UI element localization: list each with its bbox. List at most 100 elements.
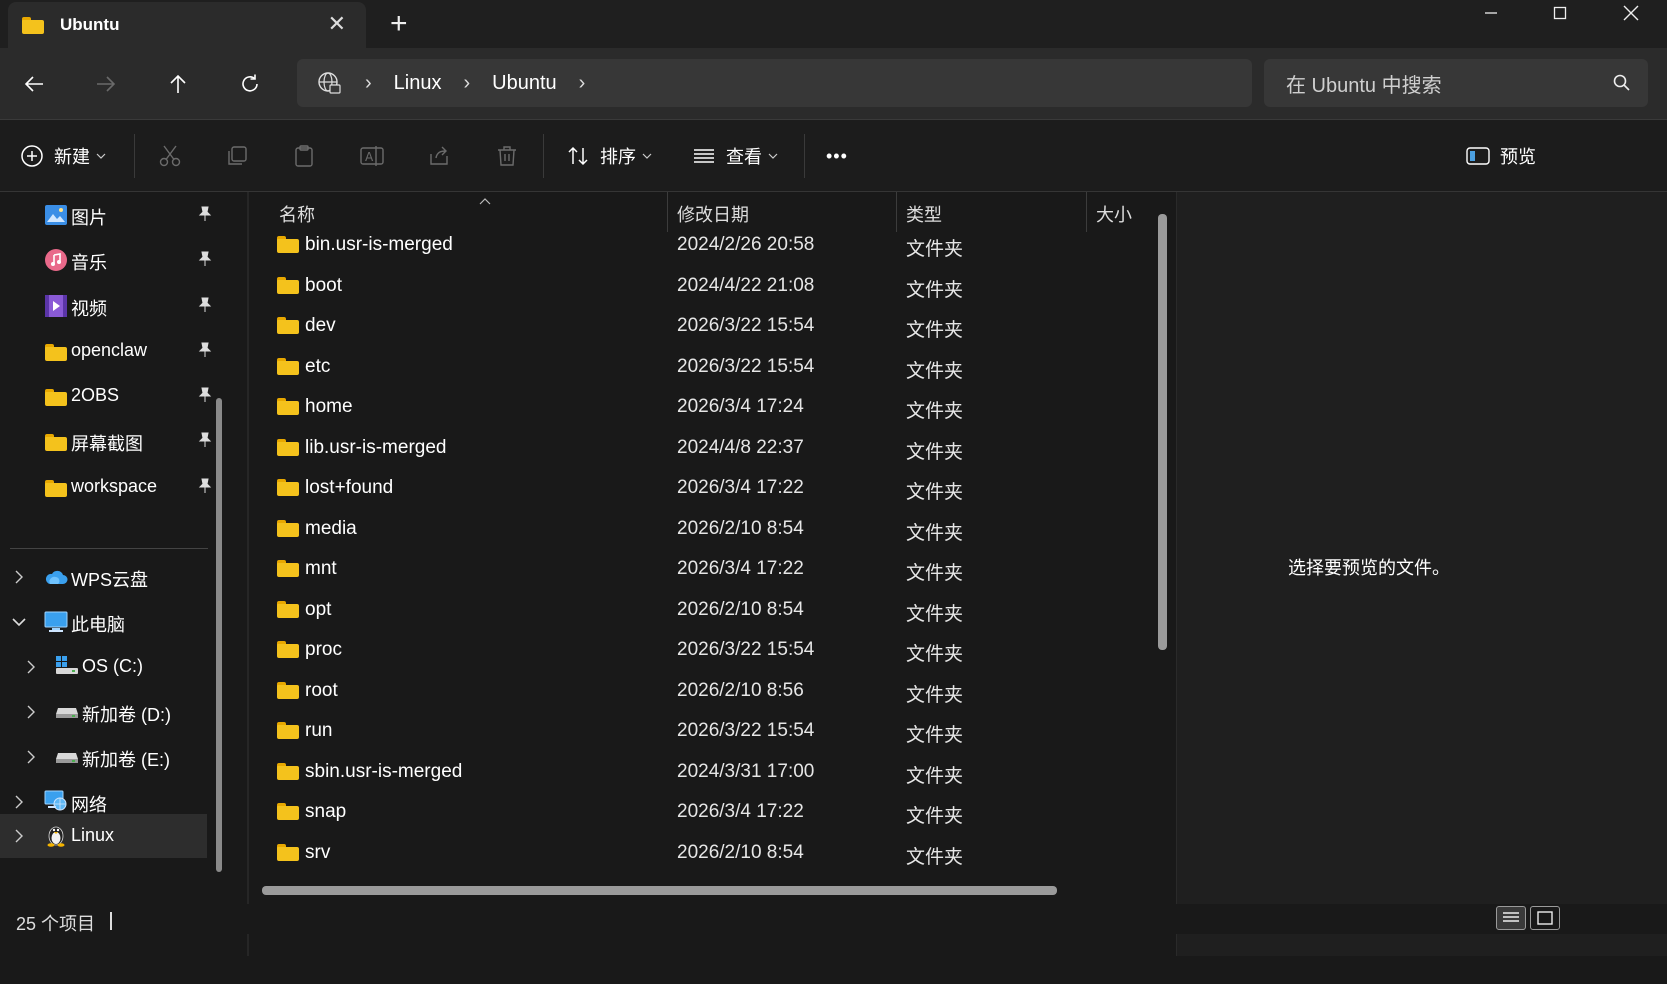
file-name: media: [305, 517, 357, 539]
file-row[interactable]: proc 2026/3/22 15:54 文件夹: [249, 629, 1149, 671]
minimize-button[interactable]: [1456, 0, 1526, 26]
close-tab-icon[interactable]: ✕: [328, 12, 346, 36]
file-name: root: [305, 679, 338, 701]
pin-icon[interactable]: [198, 206, 212, 227]
file-row[interactable]: snap 2026/3/4 17:22 文件夹: [249, 791, 1149, 833]
search-box[interactable]: 在 Ubuntu 中搜索: [1264, 59, 1648, 107]
drive-icon: [55, 747, 79, 769]
maximize-button[interactable]: [1525, 0, 1595, 26]
new-tab-button[interactable]: +: [390, 9, 408, 39]
search-icon[interactable]: [1612, 73, 1632, 98]
sidebar-item-label: 此电脑: [71, 615, 125, 635]
file-row[interactable]: dev 2026/3/22 15:54 文件夹: [249, 305, 1149, 347]
copy-button[interactable]: [225, 138, 249, 174]
file-row[interactable]: run 2026/3/22 15:54 文件夹: [249, 710, 1149, 752]
rename-button[interactable]: A: [359, 138, 385, 174]
horizontal-scrollbar[interactable]: [262, 886, 1057, 895]
sidebar-item-this-pc[interactable]: 此电脑: [0, 599, 220, 645]
address-bar[interactable]: › Linux › Ubuntu ›: [297, 59, 1252, 107]
pin-icon[interactable]: [198, 478, 212, 499]
sidebar-item-workspace[interactable]: workspace: [0, 464, 220, 510]
file-row[interactable]: etc 2026/3/22 15:54 文件夹: [249, 346, 1149, 388]
file-row[interactable]: opt 2026/2/10 8:54 文件夹: [249, 589, 1149, 631]
file-name: proc: [305, 639, 342, 660]
file-row[interactable]: root 2026/2/10 8:56 文件夹: [249, 670, 1149, 712]
paste-button[interactable]: [292, 138, 316, 174]
vertical-scrollbar[interactable]: [1158, 214, 1167, 650]
command-bar: 新建 A 排序 查看 ••• 预览: [0, 120, 1667, 192]
chevron-right-icon[interactable]: [11, 794, 27, 810]
pin-icon[interactable]: [198, 251, 212, 272]
sidebar-item-music[interactable]: 音乐: [0, 237, 220, 283]
file-type: 文件夹: [906, 522, 964, 544]
sidebar-item-pictures[interactable]: 图片: [0, 192, 220, 238]
sidebar-item-drive-c[interactable]: OS (C:): [0, 644, 220, 690]
file-date: 2024/4/22 21:08: [677, 274, 815, 296]
computer-icon: [44, 611, 68, 633]
file-type: 文件夹: [906, 239, 964, 260]
pin-icon[interactable]: [198, 387, 212, 408]
preview-pane-icon: [1466, 147, 1490, 165]
up-button[interactable]: [162, 68, 194, 100]
delete-button[interactable]: [495, 138, 519, 174]
file-row[interactable]: sbin.usr-is-merged 2024/3/31 17:00 文件夹: [249, 751, 1149, 793]
file-row[interactable]: mnt 2026/3/4 17:22 文件夹: [249, 548, 1149, 590]
file-row[interactable]: lib.usr-is-merged 2024/4/8 22:37 文件夹: [249, 427, 1149, 469]
arrow-left-icon: [24, 76, 43, 92]
file-row[interactable]: bin.usr-is-merged 2024/2/26 20:58 文件夹: [249, 224, 1149, 266]
sidebar-item-screenshots[interactable]: 屏幕截图: [0, 418, 220, 464]
plus-circle-icon: [21, 145, 43, 167]
chevron-down-icon: [96, 153, 106, 159]
chevron-right-icon[interactable]: [23, 704, 39, 720]
chevron-right-icon[interactable]: ›: [579, 72, 586, 95]
chevron-right-icon[interactable]: [11, 828, 27, 844]
view-button[interactable]: 查看: [692, 138, 778, 174]
chevron-down-icon: [642, 153, 652, 159]
sidebar-item-drive-e[interactable]: 新加卷 (E:): [0, 734, 220, 780]
folder-icon: [277, 600, 299, 618]
cut-button[interactable]: [158, 138, 182, 174]
pin-icon[interactable]: [198, 297, 212, 318]
sidebar-item-wps-cloud[interactable]: WPS云盘: [0, 554, 220, 600]
file-row[interactable]: lost+found 2026/3/4 17:22 文件夹: [249, 467, 1149, 509]
sidebar-item-label: 新加卷 (E:): [82, 750, 170, 770]
file-row[interactable]: home 2026/3/4 17:24 文件夹: [249, 386, 1149, 428]
sidebar-item-2obs[interactable]: 2OBS: [0, 373, 220, 419]
breadcrumb-linux[interactable]: Linux: [394, 72, 442, 95]
close-window-button[interactable]: [1596, 0, 1666, 26]
refresh-button[interactable]: [234, 68, 266, 100]
sidebar-scrollbar[interactable]: [216, 398, 222, 872]
file-date: 2026/3/22 15:54: [677, 355, 815, 377]
chevron-right-icon[interactable]: ›: [463, 72, 470, 95]
chevron-right-icon[interactable]: ›: [365, 72, 372, 95]
more-options-button[interactable]: •••: [826, 138, 848, 174]
details-view-button[interactable]: [1496, 906, 1526, 930]
new-button[interactable]: 新建: [20, 138, 106, 174]
tab-ubuntu[interactable]: Ubuntu ✕: [8, 2, 366, 48]
preview-button[interactable]: 预览: [1466, 138, 1536, 174]
file-row[interactable]: media 2026/2/10 8:54 文件夹: [249, 508, 1149, 550]
file-row[interactable]: srv 2026/2/10 8:54 文件夹: [249, 832, 1149, 874]
tiles-view-button[interactable]: [1530, 906, 1560, 930]
sidebar-item-drive-d[interactable]: 新加卷 (D:): [0, 689, 220, 735]
pictures-icon: [44, 204, 68, 226]
chevron-right-icon[interactable]: [23, 659, 39, 675]
back-button[interactable]: [18, 68, 50, 100]
breadcrumb-ubuntu[interactable]: Ubuntu: [492, 72, 557, 95]
pin-icon[interactable]: [198, 432, 212, 453]
sidebar-item-linux[interactable]: Linux: [0, 814, 207, 858]
folder-icon: [277, 236, 299, 253]
sort-button[interactable]: 排序: [566, 138, 652, 174]
sidebar-item-videos[interactable]: 视频: [0, 283, 220, 329]
chevron-right-icon[interactable]: [23, 749, 39, 765]
file-date: 2026/2/10 8:56: [677, 679, 804, 701]
chevron-right-icon[interactable]: [11, 569, 27, 585]
file-row[interactable]: boot 2024/4/22 21:08 文件夹: [249, 265, 1149, 307]
pin-icon[interactable]: [198, 342, 212, 363]
chevron-down-icon[interactable]: [11, 614, 27, 630]
file-type: 文件夹: [906, 441, 964, 463]
title-bar: Ubuntu ✕ +: [0, 0, 1667, 48]
forward-button[interactable]: [90, 68, 122, 100]
sidebar-item-openclaw[interactable]: openclaw: [0, 328, 220, 374]
share-button[interactable]: [427, 138, 451, 174]
